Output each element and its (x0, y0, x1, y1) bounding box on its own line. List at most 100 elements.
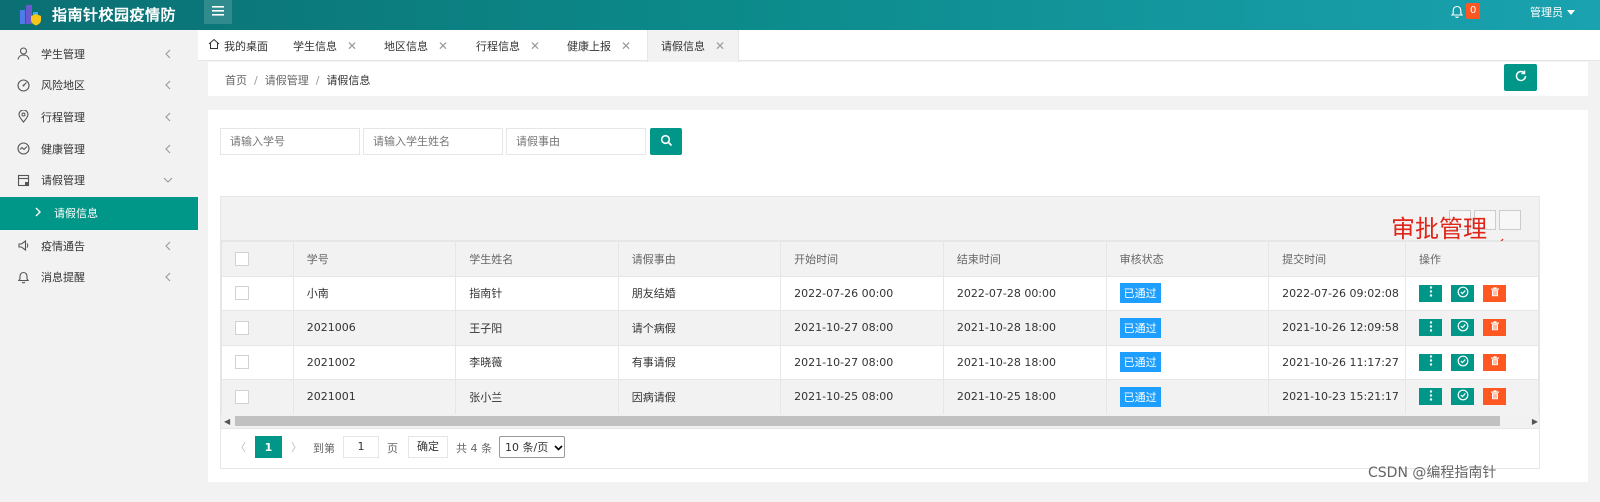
goto-confirm-button[interactable]: 确定 (408, 436, 448, 458)
page-label: 页 (387, 442, 398, 455)
approve-button[interactable] (1451, 353, 1475, 371)
scrollbar-thumb[interactable] (235, 416, 1500, 426)
cell-actions (1405, 379, 1539, 415)
tab-region-info[interactable]: 地区信息 ✕ (384, 30, 448, 61)
col-submit-time[interactable]: 提交时间 (1268, 241, 1407, 277)
row-checkbox[interactable] (235, 389, 249, 404)
home-icon (208, 38, 220, 53)
student-no-input[interactable] (220, 128, 360, 155)
close-icon[interactable]: ✕ (347, 39, 357, 53)
hamburger-icon (212, 5, 224, 19)
status-badge: 已通过 (1119, 352, 1161, 373)
tab-health-report[interactable]: 健康上报 ✕ (567, 30, 631, 61)
breadcrumb-home[interactable]: 首页 (225, 74, 247, 87)
scroll-left-icon[interactable]: ◀ (224, 417, 230, 426)
tab-student-info[interactable]: 学生信息 ✕ (293, 30, 357, 61)
print-icon[interactable] (1499, 210, 1521, 230)
horizontal-scrollbar[interactable]: ◀ ▶ (221, 414, 1539, 428)
close-icon[interactable]: ✕ (715, 39, 725, 53)
user-icon (16, 47, 30, 61)
sidebar-subitem-leave-info[interactable]: 请假信息 (0, 196, 198, 230)
more-vertical-icon (1429, 321, 1433, 335)
user-menu[interactable]: 管理员 (1530, 4, 1575, 20)
approve-button[interactable] (1451, 284, 1475, 302)
table-row[interactable]: 2021001 张小兰 因病请假 2021-10-25 08:00 2021-1… (221, 379, 1539, 415)
delete-button[interactable] (1483, 284, 1507, 302)
sidebar-item-leave[interactable]: 请假管理 (0, 164, 198, 196)
delete-button[interactable] (1483, 319, 1507, 337)
next-page-icon[interactable]: 〉 (291, 439, 302, 455)
prev-page-icon[interactable]: 〈 (235, 439, 246, 455)
notification-count-badge: 0 (1466, 3, 1481, 19)
cell-end-time: 2022-07-28 00:00 (942, 275, 1107, 311)
detail-button[interactable] (1419, 388, 1443, 406)
row-checkbox[interactable] (235, 320, 249, 335)
row-select-cell[interactable] (221, 379, 294, 415)
chevron-left-icon (162, 240, 174, 252)
cell-status: 已通过 (1105, 310, 1270, 346)
page-size-select[interactable]: 10 条/页 (499, 436, 565, 458)
cell-submit-time: 2021-10-26 11:17:27 (1268, 344, 1407, 380)
main-panel: 审批管理 学号 学生姓名 请假事由 开始时间 结束时间 审核状态 提交时间 操作 (208, 110, 1588, 482)
table-row[interactable]: 小南 指南针 朋友结婚 2022-07-26 00:00 2022-07-28 … (221, 275, 1539, 311)
approve-button[interactable] (1451, 319, 1475, 337)
select-all-checkbox[interactable] (235, 251, 249, 266)
cell-actions (1405, 275, 1539, 311)
col-reason[interactable]: 请假事由 (617, 241, 782, 277)
row-select-cell[interactable] (221, 344, 294, 380)
breadcrumb-section[interactable]: 请假管理 (265, 74, 309, 87)
app-logo[interactable]: 指南针校园疫情防 (18, 2, 176, 26)
sidebar-item-announce[interactable]: 疫情通告 (0, 230, 198, 262)
col-start-time[interactable]: 开始时间 (780, 241, 944, 277)
row-select-cell[interactable] (221, 275, 294, 311)
close-icon[interactable]: ✕ (438, 39, 448, 53)
delete-button[interactable] (1483, 353, 1507, 371)
detail-button[interactable] (1419, 353, 1443, 371)
campus-logo-icon (18, 2, 44, 26)
table-row[interactable]: 2021002 李晓薇 有事请假 2021-10-27 08:00 2021-1… (221, 344, 1539, 380)
row-select-cell[interactable] (221, 310, 294, 346)
sidebar-item-health[interactable]: 健康管理 (0, 133, 198, 165)
current-page-button[interactable]: 1 (255, 436, 282, 458)
cell-status: 已通过 (1105, 379, 1270, 415)
goto-page-input[interactable]: 1 (343, 436, 379, 458)
user-name: 管理员 (1530, 6, 1563, 19)
tab-desktop[interactable]: 我的桌面 (208, 30, 268, 61)
detail-button[interactable] (1419, 284, 1443, 302)
sidebar-item-trip[interactable]: 行程管理 (0, 101, 198, 133)
sidebar-item-risk[interactable]: 风险地区 (0, 70, 198, 102)
check-circle-icon (1457, 286, 1469, 301)
sidebar-item-label: 健康管理 (41, 142, 85, 156)
close-icon[interactable]: ✕ (621, 39, 631, 53)
close-icon[interactable]: ✕ (530, 39, 540, 53)
sidebar-item-student[interactable]: 学生管理 (0, 38, 198, 70)
table-row[interactable]: 2021006 王子阳 请个病假 2021-10-27 08:00 2021-1… (221, 310, 1539, 346)
col-student-no[interactable]: 学号 (292, 241, 457, 277)
risk-icon (16, 78, 30, 92)
tab-leave-info[interactable]: 请假信息 ✕ (647, 30, 740, 62)
goto-label: 到第 (313, 442, 335, 455)
refresh-button[interactable] (1504, 64, 1537, 91)
delete-button[interactable] (1483, 388, 1507, 406)
sidebar-item-message[interactable]: 消息提醒 (0, 262, 198, 294)
notification-bell-icon[interactable] (1450, 5, 1464, 19)
select-all-cell[interactable] (221, 241, 294, 277)
tab-trip-info[interactable]: 行程信息 ✕ (476, 30, 540, 61)
col-status[interactable]: 审核状态 (1105, 241, 1270, 277)
cell-end-time: 2021-10-28 18:00 (942, 310, 1107, 346)
menu-toggle-button[interactable] (204, 0, 232, 24)
row-checkbox[interactable] (235, 286, 249, 301)
detail-button[interactable] (1419, 319, 1443, 337)
student-name-input[interactable] (363, 128, 503, 155)
col-end-time[interactable]: 结束时间 (942, 241, 1107, 277)
scroll-right-icon[interactable]: ▶ (1532, 417, 1538, 426)
tab-bar: 我的桌面 学生信息 ✕ 地区信息 ✕ 行程信息 ✕ 健康上报 ✕ 请假信息 ✕ (198, 30, 1600, 62)
tab-label: 行程信息 (476, 39, 520, 53)
row-checkbox[interactable] (235, 355, 249, 370)
cell-reason: 有事请假 (617, 344, 782, 380)
trash-icon (1490, 356, 1500, 369)
search-button[interactable] (650, 128, 682, 155)
reason-input[interactable] (506, 128, 646, 155)
approve-button[interactable] (1451, 388, 1475, 406)
col-student-name[interactable]: 学生姓名 (455, 241, 619, 277)
